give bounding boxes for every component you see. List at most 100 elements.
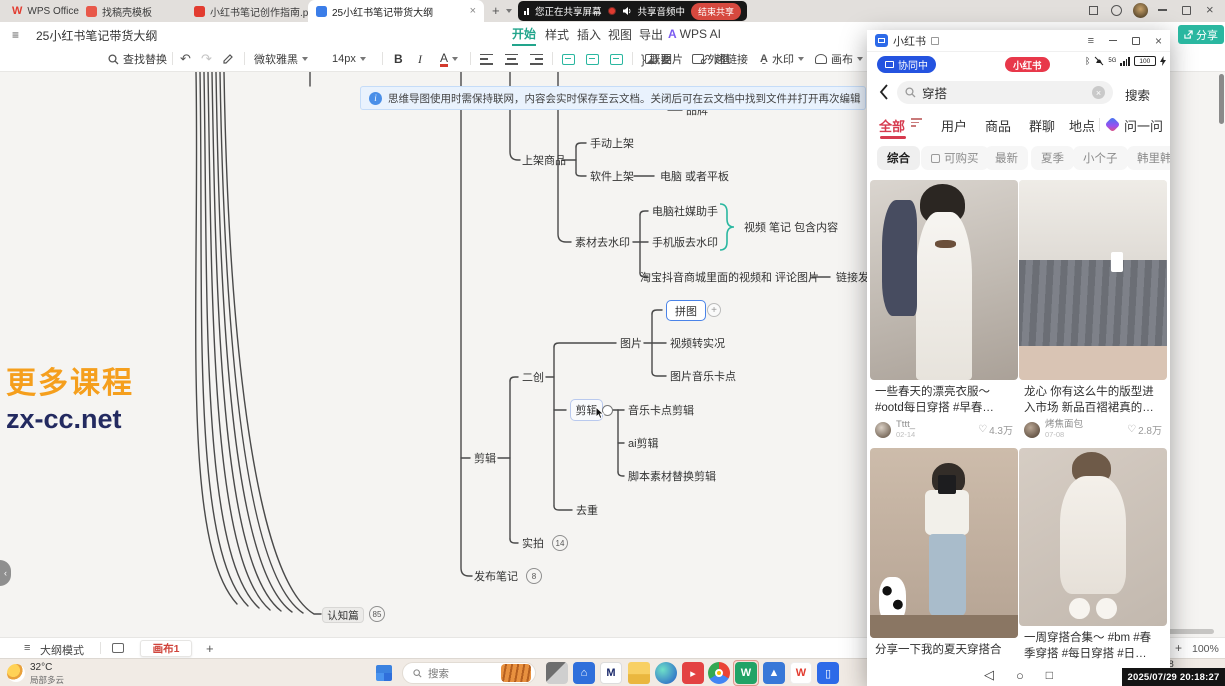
node-publish-note[interactable]: 发布笔记 [474, 568, 518, 584]
wps-cloud-icon[interactable]: W [735, 662, 757, 684]
card-title[interactable]: 一些春天的漂亮衣服～ #ootd每日穿搭 #早春… [870, 380, 1018, 418]
stop-share-button[interactable]: 结束共享 [691, 3, 741, 20]
align-center-button[interactable] [505, 46, 518, 72]
tab-wps-home[interactable]: W WPS Office [4, 0, 87, 22]
node-count-badge[interactable]: 8 [526, 568, 542, 584]
minimize-icon[interactable] [1158, 9, 1167, 11]
zoom-in-button[interactable]: + [1175, 641, 1182, 655]
search-button[interactable]: 搜索 [1125, 85, 1150, 104]
chip-buyable[interactable]: 可购买 [921, 146, 989, 170]
font-name-select[interactable]: 微软雅黑 [254, 46, 308, 72]
font-color-button[interactable]: A [440, 46, 458, 72]
chip-korean-style[interactable]: 韩里韩气 [1127, 146, 1170, 170]
microsoft-store-icon[interactable]: ⌂ [573, 662, 595, 684]
node-script-replace-edit[interactable]: 脚本素材替换剪辑 [628, 468, 716, 484]
zoom-level[interactable]: 100% [1192, 643, 1219, 655]
tab-goods[interactable]: 商品 [985, 112, 1011, 138]
card-title[interactable]: 龙心 你有这么牛的版型进入市场 新品百褶裙真的… [1019, 380, 1167, 418]
node-dedup[interactable]: 去重 [576, 502, 598, 518]
node-collage-selected[interactable]: 拼图 [666, 300, 706, 321]
ribbon-tab-style[interactable]: 样式 [545, 22, 569, 46]
feed-card[interactable]: 一些春天的漂亮衣服～ #ootd每日穿搭 #早春… Tttt_ 02-14 ♡4… [870, 180, 1018, 441]
node-pc-or-pad[interactable]: 电脑 或者平板 [660, 168, 729, 184]
node-pc-social-helper[interactable]: 电脑社媒助手 [652, 203, 718, 219]
office-m-icon[interactable]: M [600, 662, 622, 684]
file-explorer-icon[interactable] [628, 662, 650, 684]
tab-places[interactable]: 地点 [1069, 112, 1095, 138]
sheet-manager-icon[interactable] [112, 643, 124, 653]
tab-list-chevron-icon[interactable] [506, 9, 512, 13]
collab-badge[interactable]: 协同中 [877, 56, 936, 73]
task-view-button[interactable] [546, 662, 568, 684]
like-button[interactable]: ♡4.3万 [978, 422, 1013, 437]
node-taobao-douyin[interactable]: 淘宝抖音商城里面的视频和 评论图片 [640, 269, 819, 285]
italic-button[interactable]: I [418, 46, 422, 72]
canvas-tab[interactable]: 画布1 [140, 640, 192, 657]
phone-restore-icon[interactable] [1132, 37, 1140, 45]
summary-button[interactable]: } 概要 [641, 46, 671, 72]
node-music-beat-edit[interactable]: 音乐卡点剪辑 [628, 402, 694, 418]
node-cognition-chapter[interactable]: 认知篇 [322, 607, 364, 623]
android-back-button[interactable]: ◁ [984, 667, 994, 683]
chip-summer[interactable]: 夏季 [1031, 146, 1074, 170]
phone-mirror-icon[interactable]: ▯ [817, 662, 839, 684]
tab-all[interactable]: 全部 [879, 112, 905, 138]
ribbon-tab-wps-ai[interactable]: A WPS AI [668, 22, 721, 46]
card-title[interactable]: 分享一下我的夏天穿搭合 [870, 638, 1018, 660]
add-canvas-button[interactable]: + [206, 641, 214, 656]
outline-mode-button[interactable]: 大纲模式 [40, 642, 84, 658]
chip-petite[interactable]: 小个子 [1073, 146, 1128, 170]
undo-button[interactable]: ↶ [180, 46, 191, 72]
weather-description[interactable]: 局部多云 [30, 674, 64, 686]
node-count-badge[interactable]: 14 [552, 535, 568, 551]
node-picture-music-beat[interactable]: 图片音乐卡点 [670, 368, 736, 384]
chip-newest[interactable]: 最新 [985, 146, 1028, 170]
tab-ask[interactable]: 问一问 [1124, 112, 1163, 138]
android-home-button[interactable]: ○ [1016, 668, 1024, 683]
node-list-product[interactable]: 上架商品 [522, 152, 566, 168]
ribbon-tab-export[interactable]: 导出 [639, 22, 663, 46]
node-real-shoot[interactable]: 实拍 [522, 535, 544, 551]
ribbon-tab-insert[interactable]: 插入 [577, 22, 601, 46]
insert-sibling-button[interactable] [610, 46, 623, 72]
phone-minimize-icon[interactable] [1109, 40, 1117, 41]
tab-pdf[interactable]: 小红书笔记创作指南.pdf [186, 0, 325, 22]
tab-mindmap-active[interactable]: 25小红书笔记带货大纲 × [308, 0, 484, 22]
node-second-creation[interactable]: 二创 [522, 369, 544, 385]
avatar[interactable] [1133, 3, 1148, 18]
android-recents-button[interactable]: □ [1046, 668, 1053, 682]
share-button[interactable]: 分享 [1178, 25, 1224, 44]
tab-groups[interactable]: 群聊 [1029, 112, 1055, 138]
globe-icon[interactable] [1111, 5, 1122, 16]
tab-template[interactable]: 找稿壳模板 [78, 0, 160, 22]
node-video-to-live[interactable]: 视频转实况 [670, 335, 725, 351]
feed-card[interactable]: 一周穿搭合集～ #bm #春季穿搭 #每日穿搭 #日… [1019, 448, 1167, 664]
ribbon-tab-home[interactable]: 开始 [512, 22, 536, 46]
wps-office-icon[interactable]: W [790, 662, 812, 684]
align-left-button[interactable] [480, 46, 493, 72]
frame-button[interactable]: 外框 [692, 46, 730, 72]
filter-icon[interactable] [911, 118, 922, 127]
weather-temperature[interactable]: 32°C [30, 662, 52, 673]
back-chevron-icon[interactable] [879, 84, 889, 100]
restore-icon[interactable] [1182, 6, 1191, 15]
like-button[interactable]: ♡2.8万 [1127, 422, 1162, 437]
add-child-button[interactable]: + [707, 303, 721, 317]
align-right-button[interactable] [530, 46, 543, 72]
node-remove-watermark[interactable]: 素材去水印 [575, 234, 630, 250]
chrome-icon[interactable] [708, 662, 730, 684]
new-tab-button[interactable]: + [492, 3, 500, 18]
node-count-badge[interactable]: 85 [369, 606, 385, 622]
main-menu-icon[interactable]: ≡ [12, 28, 19, 42]
phone-close-icon[interactable]: × [1155, 34, 1162, 48]
phone-window-titlebar[interactable]: 小红书 ≡ × [867, 30, 1170, 52]
node-summary-note[interactable]: 视频 笔记 包含内容 [744, 219, 838, 235]
ribbon-tab-view[interactable]: 视图 [608, 22, 632, 46]
workspace-icon[interactable] [1089, 6, 1098, 15]
clear-search-icon[interactable]: × [1092, 86, 1105, 99]
edge-browser-icon[interactable] [655, 662, 677, 684]
redo-button[interactable]: ↷ [201, 46, 212, 72]
start-button[interactable] [376, 665, 392, 681]
card-title[interactable]: 一周穿搭合集～ #bm #春季穿搭 #每日穿搭 #日… [1019, 626, 1167, 664]
search-input[interactable]: 穿搭 × [897, 81, 1113, 104]
